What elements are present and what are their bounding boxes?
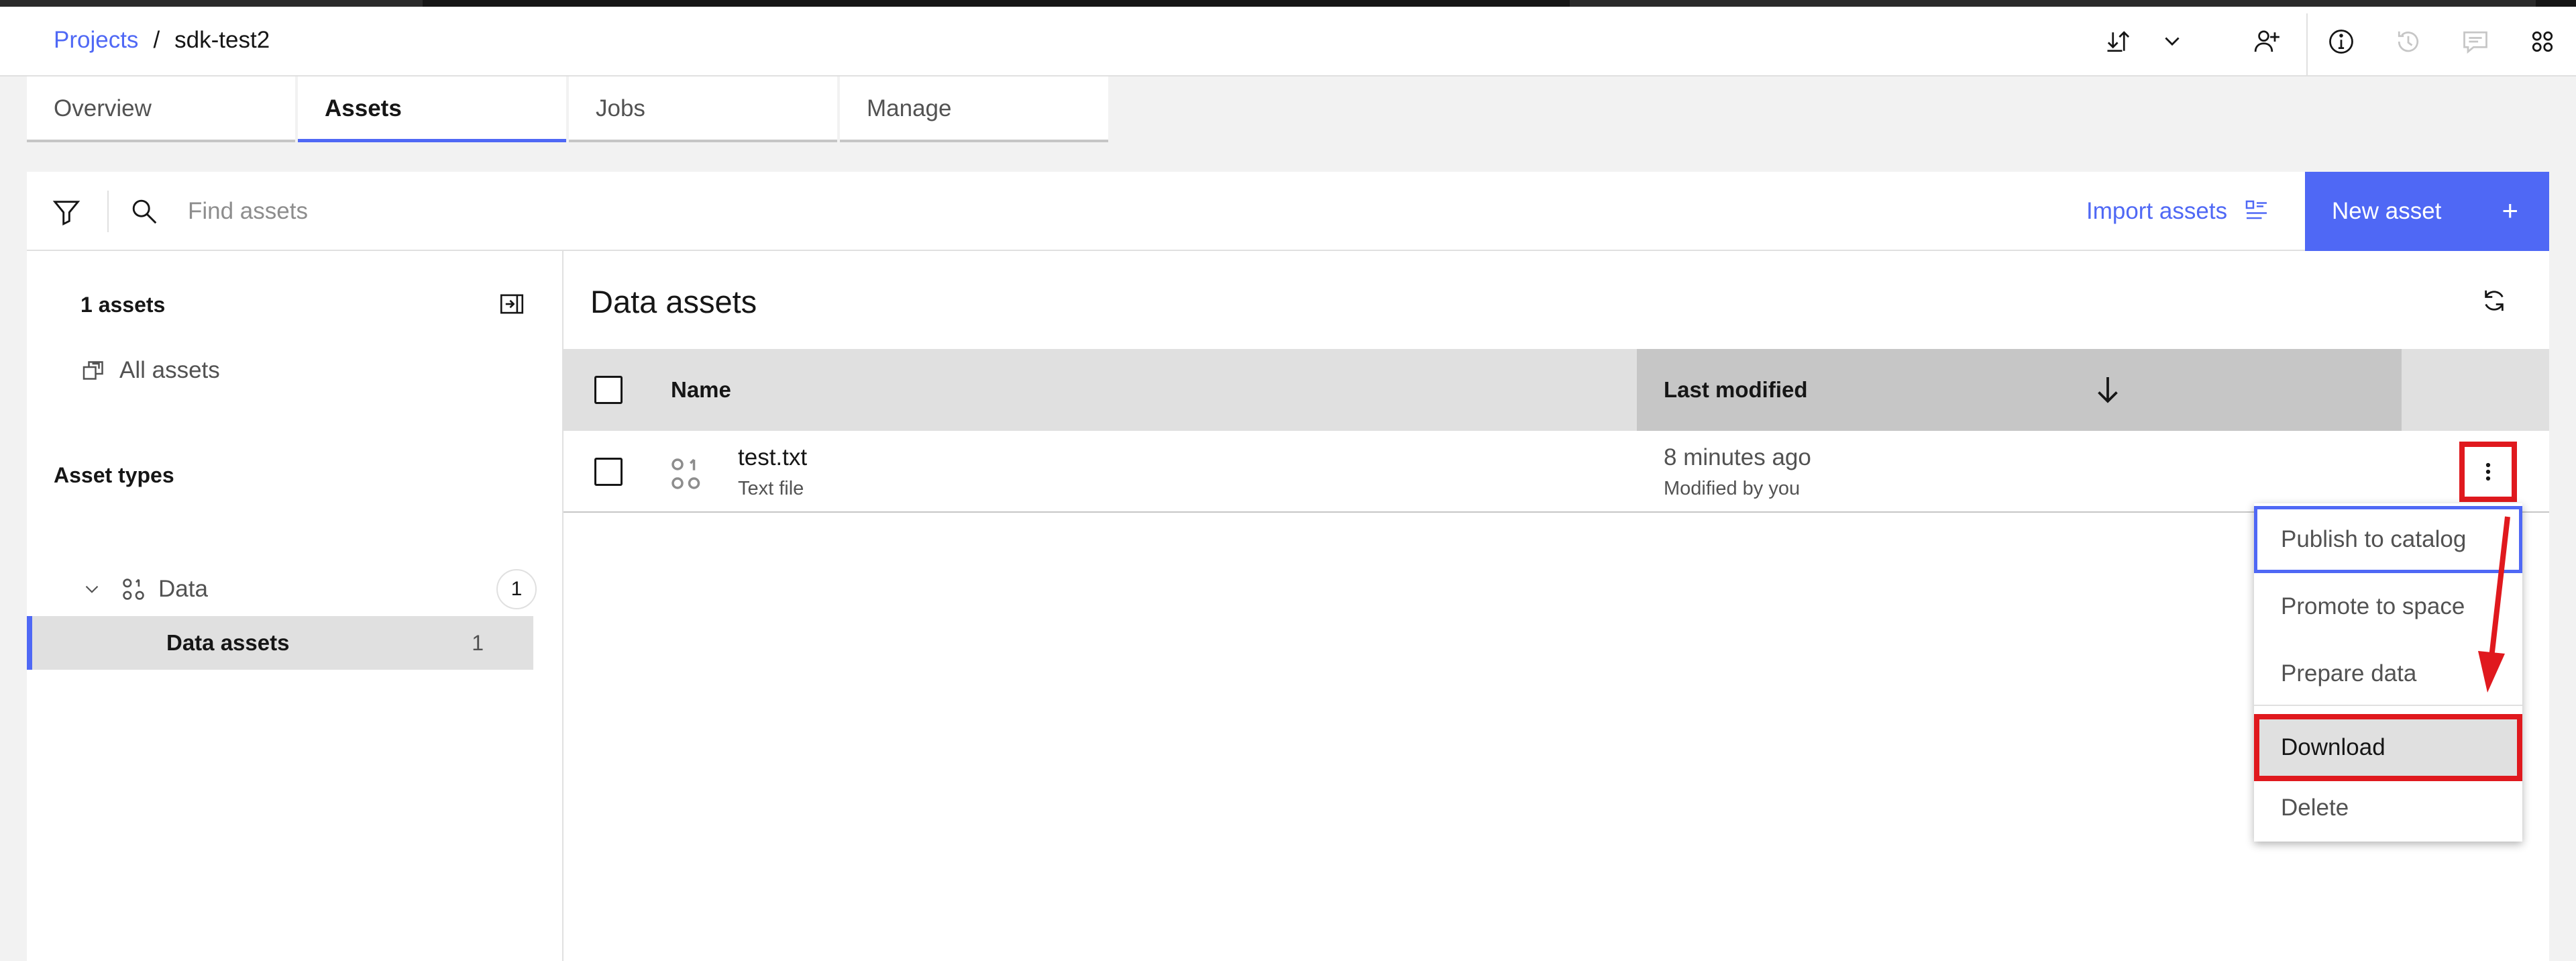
table-row[interactable]: test.txt Text file 8 minutes ago Modifie… [564, 431, 2549, 513]
copy-icon [83, 361, 103, 380]
add-collaborator-icon[interactable] [2251, 26, 2284, 58]
assets-toolbar: Import assets New asset + [27, 172, 2549, 251]
breadcrumb-projects-link[interactable]: Projects [54, 27, 138, 54]
download-icon[interactable] [2102, 26, 2135, 58]
data-count-badge: 1 [496, 569, 537, 609]
plus-icon: + [2502, 195, 2518, 226]
header-divider [2306, 13, 2308, 77]
asset-modified: 8 minutes ago [1664, 444, 1811, 470]
all-assets-link[interactable]: All assets [80, 357, 220, 384]
all-assets-label: All assets [119, 357, 220, 383]
tab-manage[interactable]: Manage [840, 77, 1108, 142]
data-category-label: Data [158, 576, 208, 602]
data-assets-count: 1 [472, 630, 484, 655]
collapse-panel-icon[interactable] [498, 290, 526, 318]
project-tabs: Overview Assets Jobs Manage [27, 77, 1111, 142]
select-all-checkbox[interactable] [594, 376, 623, 404]
data-assets-label: Data assets [166, 630, 290, 655]
browser-top-strip [0, 0, 2576, 7]
row-checkbox[interactable] [594, 458, 623, 486]
menu-item-download[interactable]: Download [2254, 714, 2522, 781]
tab-jobs[interactable]: Jobs [569, 77, 837, 142]
breadcrumb-separator: / [153, 27, 160, 53]
column-header-name[interactable]: Name [671, 377, 731, 403]
new-asset-button[interactable]: New asset + [2305, 172, 2549, 251]
import-icon [2245, 200, 2267, 219]
annotation-arrow [2478, 516, 2510, 693]
breadcrumb: Projects / sdk-test2 [54, 27, 270, 54]
top-strip-segment [1570, 0, 2536, 7]
sidebar-item-data-assets[interactable]: Data assets 1 [27, 616, 533, 670]
history-icon [2392, 26, 2424, 58]
data-assets-panel: Data assets Name Last modified test.txt … [564, 251, 2549, 961]
breadcrumb-current: sdk-test2 [174, 27, 270, 53]
data-icon [123, 578, 144, 600]
asset-count: 1 assets [80, 293, 166, 317]
menu-item-delete[interactable]: Delete [2254, 774, 2522, 842]
import-assets-label: Import assets [2086, 198, 2228, 224]
asset-modified-by: Modified by you [1664, 478, 1801, 499]
data-file-icon [672, 458, 700, 489]
sidebar-item-data[interactable]: Data 1 [80, 569, 537, 609]
toolbar-divider [107, 191, 109, 232]
sort-arrow-down-icon[interactable] [2092, 373, 2124, 405]
search-input[interactable] [188, 189, 1395, 234]
app-header: Projects / sdk-test2 [0, 7, 2576, 77]
apps-icon[interactable] [2526, 26, 2559, 58]
asset-name[interactable]: test.txt [738, 444, 807, 471]
overflow-menu-button[interactable] [2459, 442, 2517, 502]
comment-icon [2459, 26, 2491, 58]
table-header: Name Last modified [564, 349, 2549, 431]
filter-icon[interactable] [51, 196, 82, 227]
tab-overview[interactable]: Overview [27, 77, 295, 142]
new-asset-label: New asset [2332, 198, 2442, 224]
search-icon [132, 199, 157, 224]
asset-sidebar: 1 assets All assets Asset types Data 1 D… [27, 251, 564, 961]
import-assets-button[interactable]: Import assets [2086, 172, 2308, 251]
info-icon[interactable] [2325, 26, 2357, 58]
refresh-icon[interactable] [2479, 286, 2509, 315]
top-strip-segment [0, 0, 423, 7]
chevron-down-icon[interactable] [80, 578, 103, 601]
column-header-last-modified[interactable]: Last modified [1664, 377, 1808, 403]
panel-title: Data assets [590, 284, 757, 319]
asset-type: Text file [738, 478, 804, 499]
overflow-menu-icon [2485, 462, 2491, 481]
chevron-down-icon[interactable] [2156, 26, 2188, 58]
asset-types-heading: Asset types [54, 463, 174, 487]
menu-divider [2254, 705, 2522, 706]
tab-assets[interactable]: Assets [298, 77, 566, 142]
